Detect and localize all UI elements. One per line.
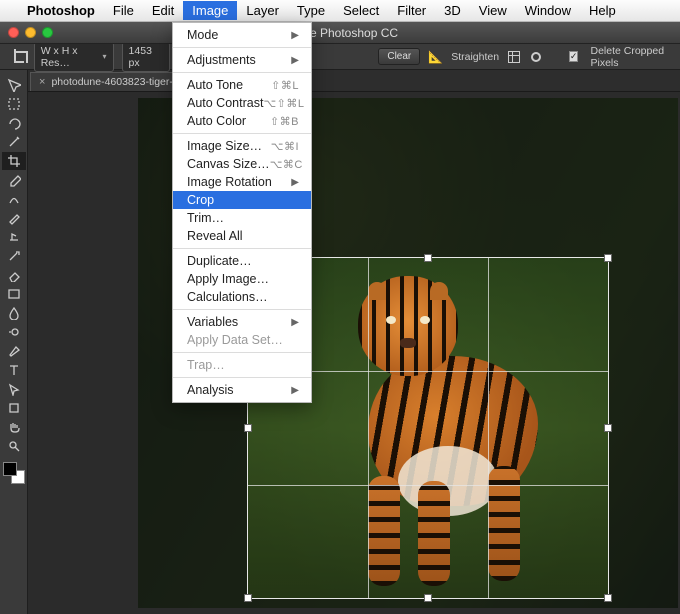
mac-menubar: Photoshop File Edit Image Layer Type Sel… (0, 0, 680, 22)
crop-overlay-icon[interactable] (507, 49, 521, 65)
menu-item-duplicate[interactable]: Duplicate… (173, 252, 311, 270)
crop-handle-mr[interactable] (604, 424, 612, 432)
eraser-tool[interactable] (2, 266, 26, 284)
menu-item-reveal-all[interactable]: Reveal All (173, 227, 311, 245)
type-tool[interactable] (2, 361, 26, 379)
menu-layer[interactable]: Layer (237, 1, 288, 20)
pen-tool[interactable] (2, 342, 26, 360)
crop-handle-tr[interactable] (604, 254, 612, 262)
crop-handle-br[interactable] (604, 594, 612, 602)
clear-button[interactable]: Clear (378, 48, 420, 65)
move-tool[interactable] (2, 76, 26, 94)
document-tab-close[interactable]: × (39, 76, 45, 88)
menu-item-auto-tone[interactable]: Auto Tone⇧⌘L (173, 76, 311, 94)
menu-view[interactable]: View (470, 1, 516, 20)
crop-tool-icon (12, 49, 26, 65)
menu-item-image-rotation[interactable]: Image Rotation▶ (173, 173, 311, 191)
brush-tool[interactable] (2, 209, 26, 227)
menu-item-calculations[interactable]: Calculations… (173, 288, 311, 306)
window-title: Adobe Photoshop CC (0, 26, 680, 40)
menu-type[interactable]: Type (288, 1, 334, 20)
menu-item-analysis[interactable]: Analysis▶ (173, 381, 311, 399)
menu-select[interactable]: Select (334, 1, 388, 20)
blur-tool[interactable] (2, 304, 26, 322)
options-bar: W x H x Res… ▾ 1453 px ⇄ Clear 📐 Straigh… (0, 44, 680, 70)
foreground-background-colors[interactable] (3, 462, 25, 484)
straighten-icon[interactable]: 📐 (428, 49, 443, 65)
menu-item-trap: Trap… (173, 356, 311, 374)
lasso-tool[interactable] (2, 114, 26, 132)
crop-tool[interactable] (2, 152, 26, 170)
menu-item-adjustments[interactable]: Adjustments▶ (173, 51, 311, 69)
menu-app[interactable]: Photoshop (18, 1, 104, 20)
menu-item-mode[interactable]: Mode▶ (173, 26, 311, 44)
crop-options-gear-icon[interactable] (529, 49, 543, 65)
menu-3d[interactable]: 3D (435, 1, 470, 20)
menu-item-crop[interactable]: Crop (173, 191, 311, 209)
menu-item-canvas-size[interactable]: Canvas Size…⌥⌘C (173, 155, 311, 173)
menu-item-auto-color[interactable]: Auto Color⇧⌘B (173, 112, 311, 130)
crop-handle-ml[interactable] (244, 424, 252, 432)
window-close-button[interactable] (8, 27, 19, 38)
history-brush-tool[interactable] (2, 247, 26, 265)
image-menu-dropdown: Mode▶ Adjustments▶ Auto Tone⇧⌘L Auto Con… (172, 22, 312, 403)
document-tab-strip: × photodune-4603823-tiger-m.j… (0, 70, 680, 92)
menu-item-image-size[interactable]: Image Size…⌥⌘I (173, 137, 311, 155)
crop-ratio-label: W x H x Res… (41, 45, 99, 69)
menu-image[interactable]: Image (183, 1, 237, 20)
menu-item-trim[interactable]: Trim… (173, 209, 311, 227)
crop-width-field[interactable]: 1453 px (122, 42, 170, 72)
chevron-down-icon: ▾ (103, 52, 107, 61)
tools-panel (0, 70, 28, 614)
hand-tool[interactable] (2, 418, 26, 436)
window-zoom-button[interactable] (42, 27, 53, 38)
magic-wand-tool[interactable] (2, 133, 26, 151)
healing-brush-tool[interactable] (2, 190, 26, 208)
marquee-tool[interactable] (2, 95, 26, 113)
menu-help[interactable]: Help (580, 1, 625, 20)
clone-stamp-tool[interactable] (2, 228, 26, 246)
crop-handle-tm[interactable] (424, 254, 432, 262)
menu-item-variables[interactable]: Variables▶ (173, 313, 311, 331)
window-minimize-button[interactable] (25, 27, 36, 38)
menu-file[interactable]: File (104, 1, 143, 20)
eyedropper-tool[interactable] (2, 171, 26, 189)
menu-edit[interactable]: Edit (143, 1, 183, 20)
menu-item-auto-contrast[interactable]: Auto Contrast⌥⇧⌘L (173, 94, 311, 112)
menu-item-apply-data-set: Apply Data Set… (173, 331, 311, 349)
crop-handle-bm[interactable] (424, 594, 432, 602)
straighten-label[interactable]: Straighten (451, 51, 499, 63)
delete-cropped-label: Delete Cropped Pixels (590, 45, 680, 69)
menu-item-apply-image[interactable]: Apply Image… (173, 270, 311, 288)
tiger-illustration (338, 266, 538, 586)
canvas-area[interactable] (28, 92, 680, 614)
zoom-tool[interactable] (2, 437, 26, 455)
crop-handle-bl[interactable] (244, 594, 252, 602)
crop-ratio-preset[interactable]: W x H x Res… ▾ (34, 42, 114, 72)
rectangle-tool[interactable] (2, 399, 26, 417)
menu-window[interactable]: Window (516, 1, 580, 20)
path-selection-tool[interactable] (2, 380, 26, 398)
dodge-tool[interactable] (2, 323, 26, 341)
window-titlebar: Adobe Photoshop CC (0, 22, 680, 44)
delete-cropped-checkbox[interactable]: ✓ (569, 51, 579, 62)
gradient-tool[interactable] (2, 285, 26, 303)
menu-filter[interactable]: Filter (388, 1, 435, 20)
